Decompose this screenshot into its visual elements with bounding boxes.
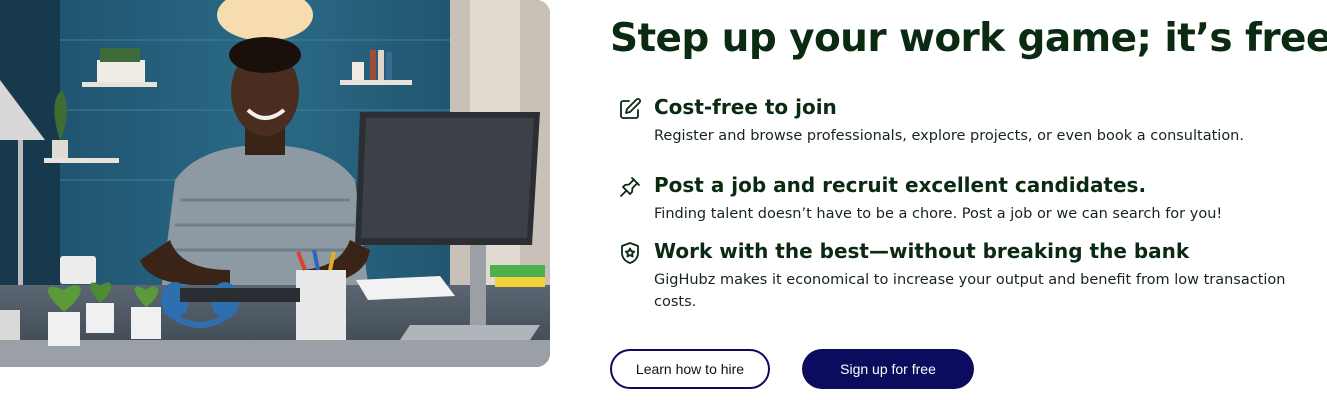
- page-title: Step up your work game; it’s free.: [610, 16, 1327, 61]
- man-at-desk-photo: [0, 0, 550, 367]
- shield-star-icon: [621, 242, 639, 264]
- learn-how-to-hire-button[interactable]: Learn how to hire: [610, 349, 770, 389]
- edit-icon: [620, 98, 641, 119]
- pin-icon: [620, 177, 640, 197]
- feature-title: Cost-free to join: [654, 95, 837, 119]
- sign-up-button[interactable]: Sign up for free: [802, 349, 974, 389]
- feature-description: GigHubz makes it economical to increase …: [654, 272, 1286, 310]
- feature-title: Work with the best—without breaking the …: [654, 239, 1190, 263]
- feature-description: Register and browse professionals, explo…: [654, 128, 1244, 144]
- feature-description: Finding talent doesn’t have to be a chor…: [654, 206, 1223, 222]
- feature-title: Post a job and recruit excellent candida…: [654, 173, 1147, 197]
- hero-photo: [0, 0, 550, 367]
